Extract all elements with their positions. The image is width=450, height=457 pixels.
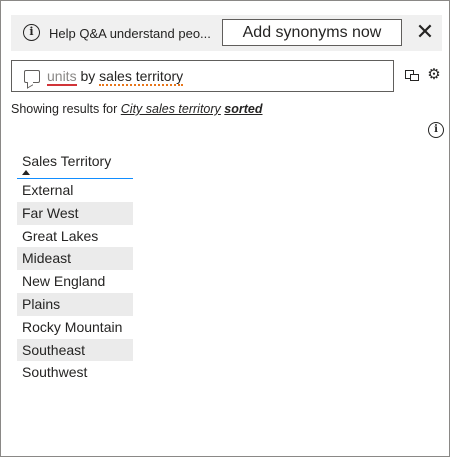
- table-row: Rocky Mountain: [22, 318, 123, 335]
- question-text[interactable]: units by sales territory: [47, 68, 184, 86]
- table-row: Mideast: [17, 247, 133, 271]
- column-header-sales-territory[interactable]: Sales Territory: [17, 151, 133, 179]
- sort-ascending-icon: [22, 170, 30, 175]
- qa-visual-pane: i Help Q&A understand peo... Add synonym…: [0, 0, 450, 457]
- banner-text: Help Q&A understand peo...: [49, 26, 211, 41]
- table-row: External: [22, 182, 74, 198]
- table-row: New England: [22, 273, 106, 290]
- synonyms-banner: i Help Q&A understand peo... Add synonym…: [11, 15, 442, 51]
- sorted-link[interactable]: sorted: [224, 102, 262, 116]
- table-row: Southeast: [17, 338, 133, 362]
- query-term-units: units: [47, 68, 77, 86]
- interpretation-link[interactable]: City sales territory: [121, 102, 221, 116]
- chat-bubble-icon: [24, 70, 40, 83]
- table-row: Great Lakes: [22, 227, 99, 244]
- column-header-label: Sales Territory: [22, 153, 112, 169]
- gear-icon[interactable]: ⚙: [426, 67, 442, 83]
- table-row: Far West: [17, 201, 133, 225]
- results-table: Sales Territory External Far West Great …: [17, 151, 133, 384]
- info-circle-icon: i: [23, 24, 40, 41]
- query-term-by: by: [76, 68, 100, 84]
- results-prefix: Showing results for: [11, 102, 121, 116]
- table-row: Plains: [17, 292, 133, 316]
- info-circle-icon[interactable]: i: [428, 122, 444, 138]
- close-icon[interactable]: ✕: [413, 20, 437, 44]
- question-input[interactable]: units by sales territory: [11, 60, 394, 92]
- add-synonyms-button[interactable]: Add synonyms now: [222, 19, 402, 46]
- share-icon-front: [410, 74, 419, 81]
- results-caption: Showing results for City sales territory…: [11, 102, 263, 116]
- share-icon[interactable]: [403, 67, 419, 83]
- query-term-sales-territory: sales territory: [99, 68, 184, 86]
- table-row: Southwest: [22, 364, 88, 381]
